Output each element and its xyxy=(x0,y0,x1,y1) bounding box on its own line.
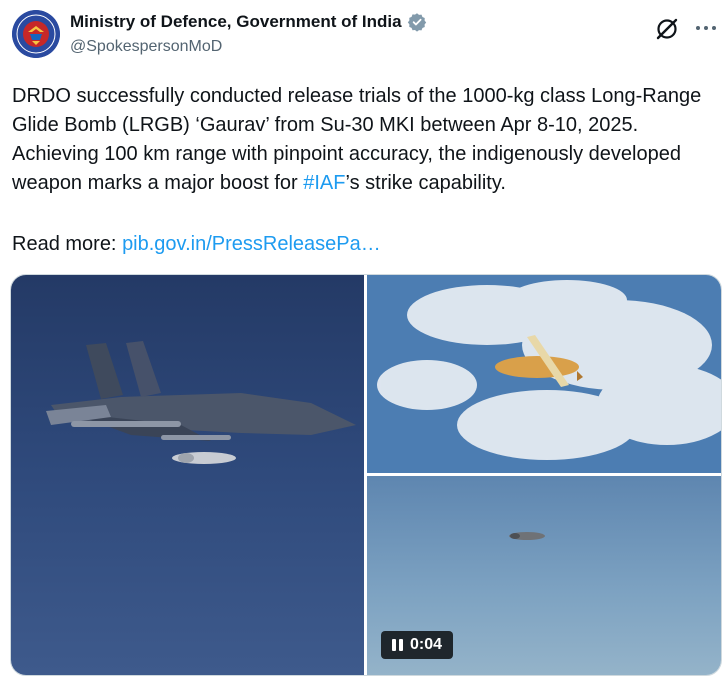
released-bomb xyxy=(172,452,236,464)
hashtag-link[interactable]: #IAF xyxy=(303,172,345,194)
video-timestamp-badge[interactable]: 0:04 xyxy=(381,631,453,659)
media-grid: 0:04 xyxy=(10,274,722,676)
press-release-link[interactable]: pib.gov.in/PressReleasePa… xyxy=(122,233,381,255)
ministry-emblem-icon xyxy=(12,10,60,58)
su30-release-photo[interactable] xyxy=(11,275,364,675)
more-icon[interactable] xyxy=(692,18,720,38)
author-name[interactable]: Ministry of Defence, Government of India xyxy=(70,12,402,32)
author-handle[interactable]: @SpokespersonMoD xyxy=(70,38,222,56)
tweet-text: DRDO successfully conducted release tria… xyxy=(12,82,716,198)
avatar[interactable] xyxy=(12,10,60,58)
grok-icon[interactable] xyxy=(654,16,680,42)
verified-badge-icon xyxy=(407,13,426,32)
video-duration: 0:04 xyxy=(409,636,443,653)
glide-bomb-clouds-photo[interactable] xyxy=(367,275,721,473)
pause-icon[interactable] xyxy=(391,639,403,651)
bomb-in-flight xyxy=(509,532,545,540)
read-more-line: Read more: pib.gov.in/PressReleasePa… xyxy=(12,230,381,259)
tweet-header: Ministry of Defence, Government of India… xyxy=(0,0,726,68)
read-more-label: Read more: xyxy=(12,233,123,255)
tweet-text-tail: ’s strike capability. xyxy=(345,172,506,194)
